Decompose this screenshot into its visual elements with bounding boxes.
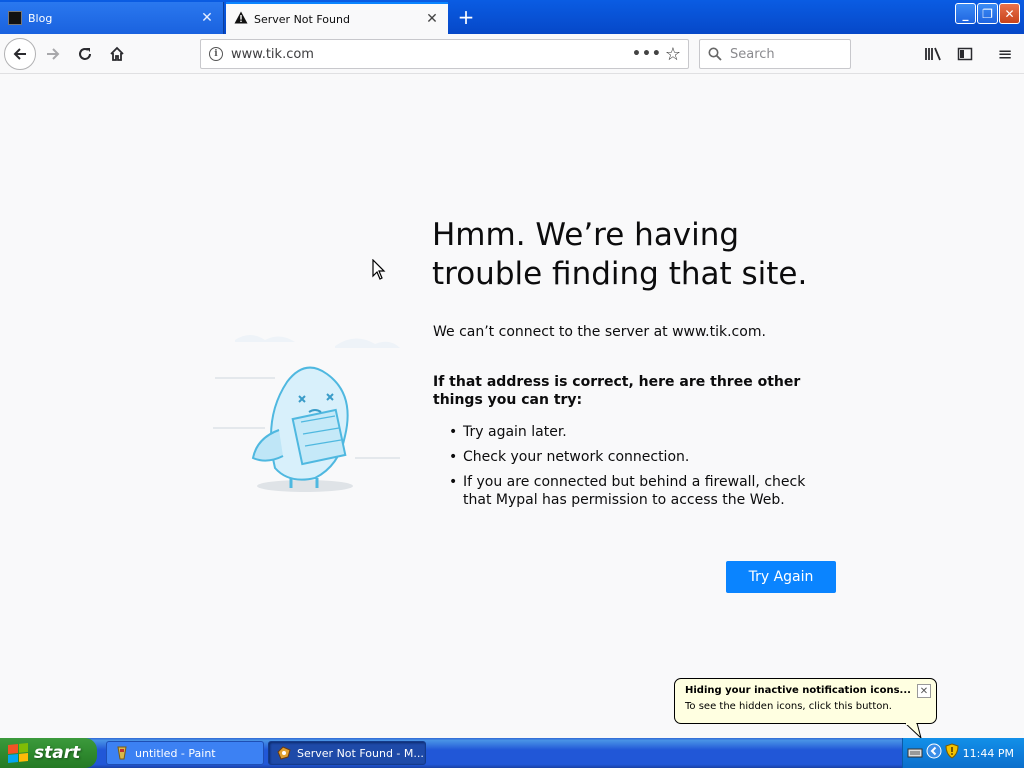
error-subheading: If that address is correct, here are thr… [433,374,801,408]
site-info-button[interactable]: i [201,47,231,61]
mouse-cursor-icon [372,258,386,285]
tab-server-not-found[interactable]: Server Not Found ✕ [226,2,448,34]
tab-label: Server Not Found [254,12,350,26]
navigation-toolbar: i www.tik.com ••• ☆ ≡ [0,34,1024,74]
list-item: If you are connected but behind a firewa… [449,473,829,509]
search-box[interactable] [699,39,851,69]
taskbar-item-label: Server Not Found - M... [297,746,424,760]
system-tray: 11:44 PM [902,738,1024,768]
close-window-button[interactable]: ✕ [999,3,1020,24]
notification-balloon[interactable]: Hiding your inactive notification icons.… [674,678,937,739]
search-icon [700,47,730,61]
balloon-body: To see the hidden icons, click this butt… [685,701,892,712]
browser-icon [277,746,291,760]
keyboard-icon[interactable] [907,744,923,763]
tab-blog[interactable]: Blog ✕ [0,2,224,34]
taskbar-item-browser[interactable]: Server Not Found - M... [268,741,426,765]
taskbar-item-paint[interactable]: untitled - Paint [106,741,264,765]
show-hidden-icons-button[interactable] [926,743,942,763]
sidebar-icon [957,47,973,61]
url-text[interactable]: www.tik.com [231,47,632,62]
sidebar-button[interactable] [950,39,980,69]
hamburger-menu-icon[interactable]: ≡ [990,39,1020,69]
security-shield-icon[interactable] [945,743,959,763]
error-title: Hmm. We’re having trouble finding that s… [432,217,808,292]
suggestion-list: Try again later. Check your network conn… [449,423,829,516]
tab-strip: Blog ✕ Server Not Found ✕ + _ ❐ ✕ [0,0,1024,34]
close-balloon-icon[interactable]: ✕ [917,684,931,698]
library-button[interactable] [918,39,948,69]
reload-button[interactable] [70,39,100,69]
error-illustration [205,318,405,502]
start-button[interactable]: start [0,738,97,768]
home-button[interactable] [102,39,132,69]
list-item: Try again later. [449,423,829,441]
reload-icon [79,48,91,60]
search-input[interactable] [730,46,840,62]
close-tab-icon[interactable]: ✕ [424,11,440,27]
windows-flag-icon [8,742,28,764]
start-label: start [34,743,81,763]
close-tab-icon[interactable]: ✕ [199,10,215,26]
balloon-title: Hiding your inactive notification icons.… [685,685,911,696]
try-again-button[interactable]: Try Again [726,561,836,593]
balloon-tail [905,723,922,739]
info-icon: i [209,47,223,61]
restore-button[interactable]: ❐ [977,3,998,24]
list-item: Check your network connection. [449,448,829,466]
error-description: We can’t connect to the server at www.ti… [433,324,766,340]
bookmark-star-icon[interactable]: ☆ [658,44,688,65]
blog-favicon-icon [8,11,22,25]
forward-button[interactable] [38,39,68,69]
page-actions-icon[interactable]: ••• [632,46,661,62]
address-bar[interactable]: i www.tik.com ••• ☆ [200,39,689,69]
taskbar-item-label: untitled - Paint [135,746,216,760]
minimize-button[interactable]: _ [955,3,976,24]
new-tab-button[interactable]: + [452,4,480,30]
tab-label: Blog [28,11,53,25]
arrow-left-icon [13,48,26,60]
library-icon [925,47,941,61]
back-button[interactable] [4,38,36,70]
arrow-right-icon [47,48,60,60]
paint-icon [115,746,129,760]
clock: 11:44 PM [962,746,1014,760]
warning-icon [234,11,248,27]
home-icon [110,46,124,61]
taskbar: start untitled - Paint Server Not Found … [0,738,1024,768]
